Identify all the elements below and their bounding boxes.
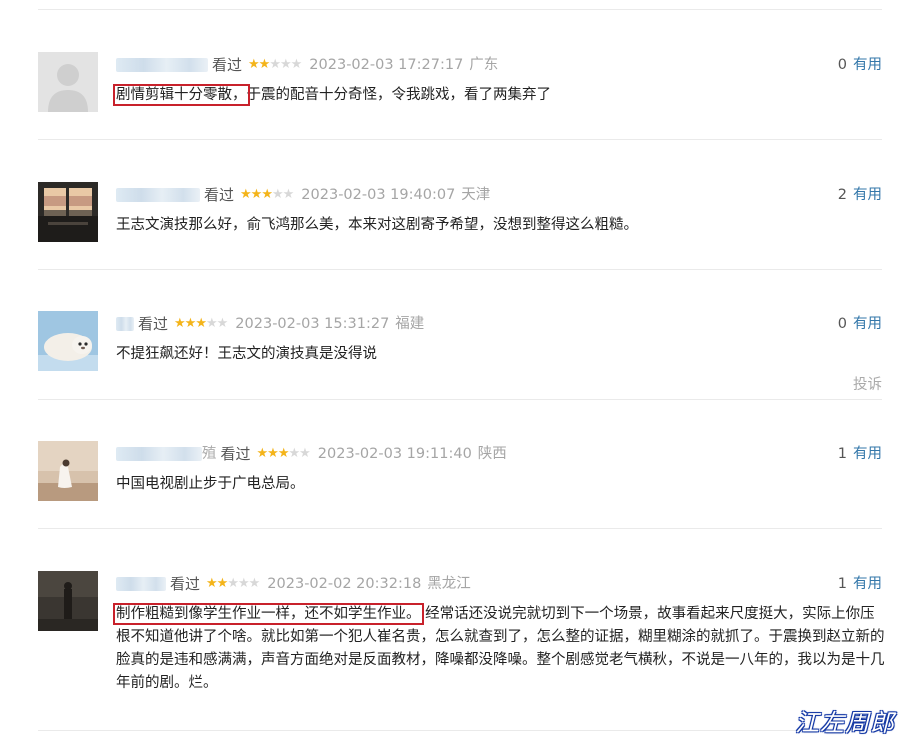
comment-text: 剧情剪辑十分零散，于震的配音十分奇怪，令我跳戏，看了两集弃了 <box>113 84 886 107</box>
comment-body: 不提狂飙还好！王志文的演技真是没得说 <box>116 346 377 362</box>
vote-area: 0 有用 <box>838 313 882 335</box>
comments-page: 看过 ★★★★★ 2023-02-03 17:27:17 广东 0 有用 剧情剪辑十分零… <box>0 0 909 746</box>
vote-area: 1 有用 <box>838 443 882 465</box>
comment-datetime: 2023-02-03 19:11:40 <box>317 446 472 462</box>
avatar-desert-figure[interactable] <box>38 441 98 501</box>
username-blurred[interactable] <box>116 447 202 461</box>
useful-button[interactable]: 有用 <box>853 316 882 332</box>
comment-datetime: 2023-02-03 17:27:17 <box>309 57 464 73</box>
vote-count: 2 <box>837 187 847 203</box>
rating-stars: ★★★★★ <box>240 187 294 202</box>
divider <box>38 528 882 529</box>
vote-count: 0 <box>837 316 847 332</box>
useful-button[interactable]: 有用 <box>853 446 882 462</box>
avatar-window-scene[interactable] <box>38 182 98 242</box>
username-blurred[interactable] <box>116 577 166 591</box>
comment-location: 陕西 <box>477 446 507 462</box>
watch-status: 看过 <box>212 56 243 74</box>
comment-body: 王志文演技那么好，俞飞鸿那么美，本来对这剧寄予希望，没想到整得这么粗糙。 <box>116 217 638 233</box>
comment-location: 广东 <box>469 57 499 73</box>
watch-status: 看过 <box>170 575 201 593</box>
comment-body: 于震的配音十分奇怪，令我跳戏，看了两集弃了 <box>246 87 552 103</box>
watch-status: 看过 <box>204 186 235 204</box>
highlighted-text: 剧情剪辑十分零散， <box>113 84 250 106</box>
comment-meta: 看过 ★★★★★ 2023-02-03 19:40:07 天津 <box>116 184 490 206</box>
comment-meta: 看过 ★★★★★ 2023-02-02 20:32:18 黑龙江 <box>116 573 471 595</box>
avatar-seal[interactable] <box>38 311 98 371</box>
rating-stars: ★★★★★ <box>174 316 228 331</box>
username-tail: 殖 <box>202 446 217 462</box>
watermark: 江左周郎 <box>795 709 895 737</box>
comment-text: 中国电视剧止步于广电总局。 <box>116 473 886 496</box>
rating-stars: ★★★★★ <box>206 576 260 591</box>
avatar-dark-figure[interactable] <box>38 571 98 631</box>
comment-text: 王志文演技那么好，俞飞鸿那么美，本来对这剧寄予希望，没想到整得这么粗糙。 <box>116 214 886 237</box>
comment-datetime: 2023-02-02 20:32:18 <box>267 576 422 592</box>
vote-area: 2 有用 <box>838 184 882 206</box>
highlighted-text: 制作粗糙到像学生作业一样，还不如学生作业。 <box>113 603 424 625</box>
useful-button[interactable]: 有用 <box>853 57 882 73</box>
vote-count: 0 <box>837 57 847 73</box>
comment-text: 不提狂飙还好！王志文的演技真是没得说 <box>116 343 886 366</box>
comment-datetime: 2023-02-03 19:40:07 <box>301 187 456 203</box>
comment-location: 福建 <box>395 316 425 332</box>
rating-stars: ★★★★★ <box>248 57 302 72</box>
vote-count: 1 <box>837 576 847 592</box>
username-blurred[interactable] <box>116 188 200 202</box>
vote-count: 1 <box>837 446 847 462</box>
watch-status: 看过 <box>138 315 169 333</box>
comment-text: 制作粗糙到像学生作业一样，还不如学生作业。 经常话还没说完就切到下一个场景，故事… <box>113 603 886 695</box>
vote-area: 0 有用 <box>838 54 882 76</box>
vote-area: 1 有用 <box>838 573 882 595</box>
comment-body: 中国电视剧止步于广电总局。 <box>116 476 305 492</box>
comment-datetime: 2023-02-03 15:31:27 <box>235 316 390 332</box>
avatar-default[interactable] <box>38 52 98 112</box>
comment-meta: 殖看过 ★★★★★ 2023-02-03 19:11:40 陕西 <box>116 443 507 465</box>
username-blurred[interactable] <box>116 317 134 331</box>
divider <box>38 399 882 400</box>
comment-location: 天津 <box>461 187 491 203</box>
useful-button[interactable]: 有用 <box>853 187 882 203</box>
watch-status: 看过 <box>220 445 251 463</box>
report-link[interactable]: 投诉 <box>853 373 882 394</box>
divider <box>38 9 882 10</box>
divider <box>38 269 882 270</box>
comment-location: 黑龙江 <box>427 576 471 592</box>
comment-meta: 看过 ★★★★★ 2023-02-03 15:31:27 福建 <box>116 313 424 335</box>
username-blurred[interactable] <box>116 58 208 72</box>
divider <box>38 139 882 140</box>
comment-meta: 看过 ★★★★★ 2023-02-03 17:27:17 广东 <box>116 54 498 76</box>
rating-stars: ★★★★★ <box>256 446 311 461</box>
useful-button[interactable]: 有用 <box>853 576 882 592</box>
divider <box>38 730 882 731</box>
